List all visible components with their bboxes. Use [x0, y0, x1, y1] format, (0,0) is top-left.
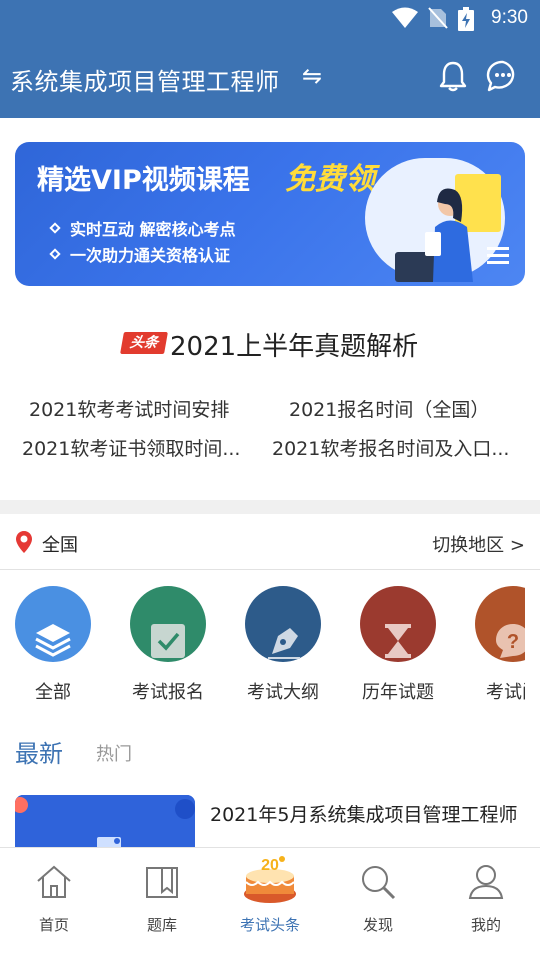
- category-label: 全部: [35, 682, 71, 703]
- nav-question-bank[interactable]: 题库: [108, 848, 216, 960]
- no-sim-icon: [428, 7, 448, 29]
- bottom-nav: 首页 题库 20 考试头条 发现 我的: [0, 847, 540, 960]
- nav-profile[interactable]: 我的: [432, 848, 540, 960]
- svg-text:20: 20: [261, 857, 279, 874]
- current-region: 全国: [42, 535, 78, 556]
- nav-label: 考试头条: [239, 916, 300, 934]
- page-title[interactable]: 系统集成项目管理工程师: [10, 62, 280, 97]
- headline-link[interactable]: 2021报名时间（全国）: [289, 395, 489, 422]
- thumbnail-illustration: [15, 795, 195, 847]
- hourglass-icon: [385, 624, 411, 658]
- banner-title: 精选VIP视频课程: [37, 165, 250, 196]
- location-pin-icon: [16, 531, 32, 553]
- person-illustration: [395, 188, 473, 282]
- category-all[interactable]: 全部: [0, 586, 108, 706]
- nav-label: 首页: [38, 916, 69, 934]
- category-registration[interactable]: 考试报名: [113, 586, 223, 706]
- nav-label: 题库: [146, 916, 177, 934]
- nav-label: 我的: [470, 916, 501, 934]
- promo-banner[interactable]: 精选VIP视频课程 免费领 实时互动 解密核心考点 一次助力通关资格认证: [15, 142, 525, 286]
- question-bank-icon: [146, 867, 178, 898]
- status-bar: 9:30: [0, 0, 540, 36]
- chat-icon[interactable]: [486, 59, 520, 93]
- cake-icon: 20: [244, 856, 296, 903]
- layers-icon: [35, 624, 71, 657]
- banner-line-1: 实时互动 解密核心考点: [70, 220, 236, 239]
- swap-exam-icon[interactable]: ⇋: [302, 62, 322, 90]
- headline-link[interactable]: 2021软考考试时间安排: [29, 395, 229, 422]
- scroll-clip: [525, 580, 540, 710]
- menu-icon: [487, 247, 509, 264]
- nav-label: 发现: [362, 916, 393, 934]
- headline-title[interactable]: 2021上半年真题解析: [170, 326, 418, 363]
- home-icon: [37, 865, 71, 898]
- tab-latest[interactable]: 最新: [15, 734, 63, 769]
- divider-line: [0, 569, 540, 570]
- wifi-icon: [392, 7, 418, 28]
- category-label: 考试大纲: [247, 682, 319, 703]
- search-icon: [362, 866, 396, 900]
- bullet-icon: [49, 222, 61, 234]
- headline-badge: 头条: [120, 332, 168, 354]
- headline-link[interactable]: 2021软考报名时间及入口...: [272, 434, 509, 461]
- banner-line-2: 一次助力通关资格认证: [70, 246, 231, 265]
- checkbox-icon: [151, 624, 185, 658]
- user-icon: [468, 865, 504, 899]
- tab-hot[interactable]: 热门: [96, 740, 132, 766]
- article-title[interactable]: 2021年5月系统集成项目管理工程师: [210, 800, 517, 827]
- article-thumbnail[interactable]: [15, 795, 195, 847]
- category-label: 考试报名: [132, 682, 204, 703]
- category-syllabus[interactable]: 考试大纲: [228, 586, 338, 706]
- section-divider: [0, 500, 540, 514]
- nav-home[interactable]: 首页: [0, 848, 108, 960]
- status-time: 9:30: [491, 7, 528, 28]
- category-label: 历年试题: [362, 682, 434, 703]
- nav-exam-headlines[interactable]: 20 考试头条: [216, 848, 324, 960]
- nav-discover[interactable]: 发现: [324, 848, 432, 960]
- category-past-papers[interactable]: 历年试题: [343, 586, 453, 706]
- switch-region-button[interactable]: 切换地区 >: [432, 531, 525, 557]
- bell-icon[interactable]: [436, 59, 470, 93]
- svg-text:?: ?: [507, 631, 519, 653]
- pen-nib-icon: [268, 628, 300, 659]
- battery-icon: [458, 7, 474, 31]
- title-bar: 系统集成项目管理工程师 ⇋: [0, 50, 540, 106]
- app-header: 9:30 系统集成项目管理工程师 ⇋: [0, 0, 540, 118]
- banner-highlight: 免费领: [285, 162, 375, 197]
- headline-link[interactable]: 2021软考证书领取时间...: [22, 434, 240, 461]
- bullet-icon: [49, 248, 61, 260]
